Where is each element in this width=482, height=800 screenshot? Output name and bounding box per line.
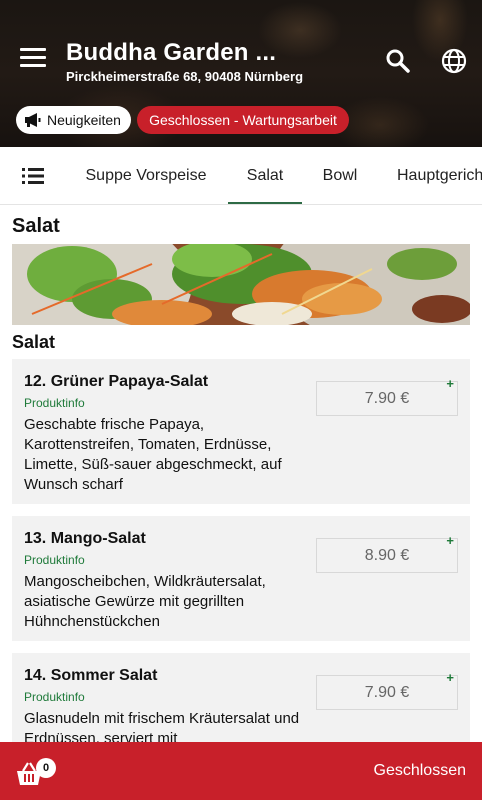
- section-subtitle: Salat: [12, 332, 56, 352]
- restaurant-address: Pirckheimerstraße 68, 90408 Nürnberg: [66, 69, 304, 84]
- item-description: Mangoscheibchen, Wildkräutersalat, asiat…: [24, 573, 266, 630]
- price-button[interactable]: 7.90 €: [316, 381, 458, 416]
- item-name: 14. Sommer Salat: [24, 667, 158, 684]
- restaurant-title: Buddha Garden ...: [66, 39, 277, 66]
- product-info-link[interactable]: Produktinfo: [24, 396, 85, 410]
- tab-suppe-vorspeise[interactable]: Suppe Vorspeise: [80, 147, 212, 204]
- product-info-link[interactable]: Produktinfo: [24, 690, 85, 704]
- menu-icon[interactable]: [20, 48, 46, 72]
- bottom-bar: 0 Geschlossen: [0, 742, 482, 800]
- megaphone-icon: [25, 113, 41, 127]
- globe-icon[interactable]: [440, 47, 468, 75]
- plus-icon[interactable]: +: [446, 377, 454, 390]
- menu-item-card[interactable]: 13. Mango-Salat Produktinfo Mangoscheibc…: [12, 516, 470, 641]
- item-name: 12. Grüner Papaya-Salat: [24, 373, 209, 390]
- price-button[interactable]: 7.90 €: [316, 675, 458, 710]
- status-badge[interactable]: Geschlossen - Wartungsarbeit: [137, 106, 349, 134]
- category-tabs: Suppe Vorspeise Salat Bowl Hauptgericht: [0, 147, 482, 205]
- item-name: 13. Mango-Salat: [24, 530, 146, 547]
- header: Buddha Garden ... Pirckheimerstraße 68, …: [0, 0, 482, 147]
- menu-item-card[interactable]: 14. Sommer Salat Produktinfo Glasnudeln …: [12, 653, 470, 753]
- news-button[interactable]: Neuigkeiten: [16, 106, 131, 134]
- section-title: Salat: [12, 215, 60, 237]
- item-description: Geschabte frische Papaya, Karottenstreif…: [24, 416, 282, 493]
- product-info-link[interactable]: Produktinfo: [24, 553, 85, 567]
- tab-salat[interactable]: Salat: [228, 147, 302, 204]
- plus-icon[interactable]: +: [446, 671, 454, 684]
- plus-icon[interactable]: +: [446, 534, 454, 547]
- tab-hauptgericht[interactable]: Hauptgericht: [382, 147, 482, 204]
- search-icon[interactable]: [384, 47, 412, 75]
- list-icon[interactable]: [22, 167, 44, 185]
- cart-count-badge: 0: [36, 758, 56, 778]
- news-label: Neuigkeiten: [47, 112, 121, 128]
- category-banner-image: [12, 244, 470, 325]
- menu-item-card[interactable]: 12. Grüner Papaya-Salat Produktinfo Gesc…: [12, 359, 470, 504]
- tab-bowl[interactable]: Bowl: [312, 147, 368, 204]
- price-button[interactable]: 8.90 €: [316, 538, 458, 573]
- order-status[interactable]: Geschlossen: [374, 762, 467, 780]
